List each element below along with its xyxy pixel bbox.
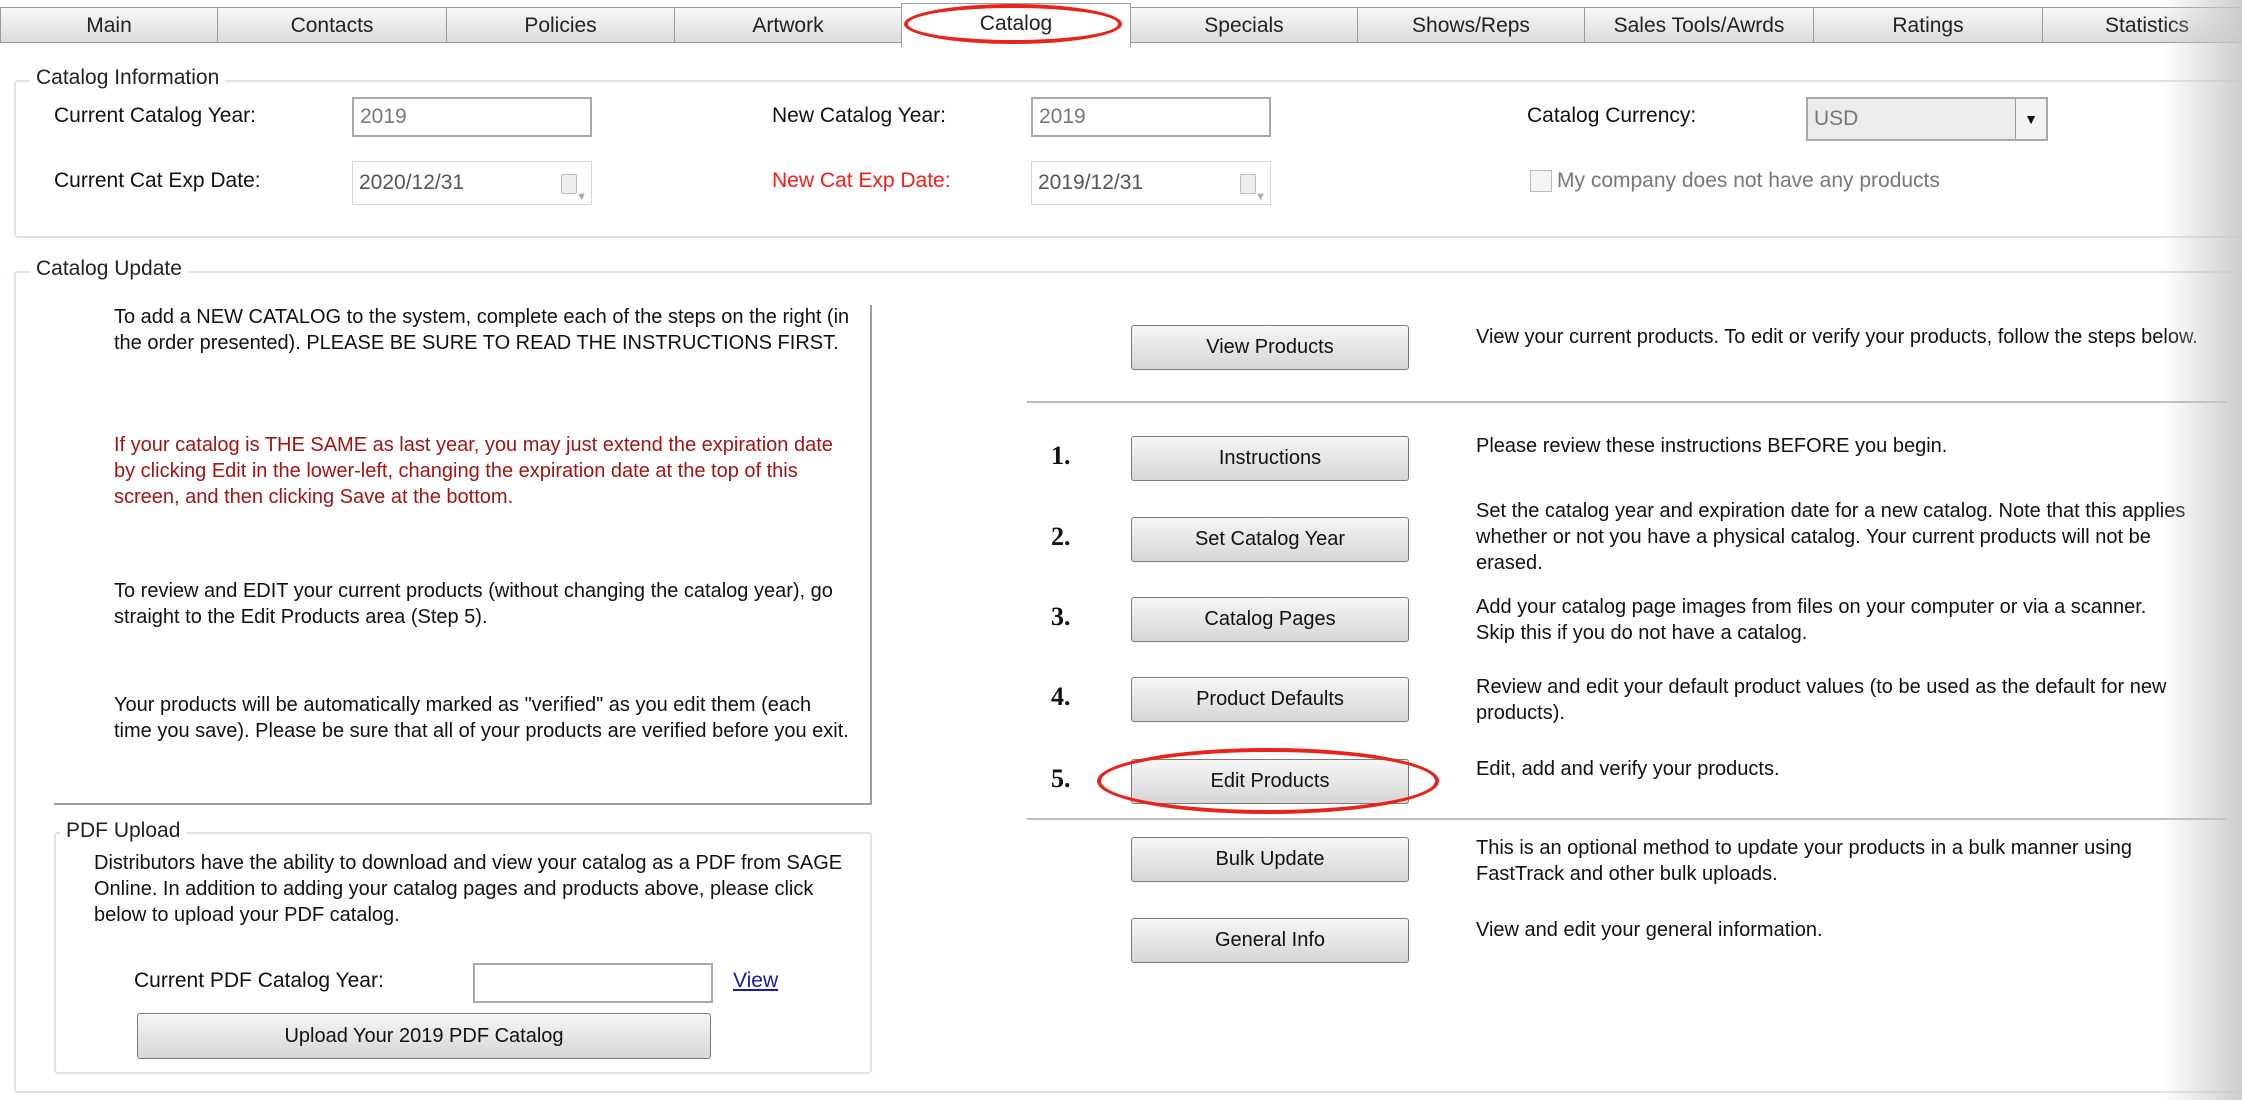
chevron-down-icon[interactable]: ▼ [2015,99,2046,139]
no-products-checkbox[interactable] [1530,170,1552,192]
view-products-description: View your current products. To edit or v… [1476,326,2198,348]
current-cat-exp-date-label: Current Cat Exp Date: [54,169,261,192]
general-info-description: View and edit your general information. [1476,919,1823,941]
step-1-description: Please review these instructions BEFORE … [1476,435,1948,457]
divider [1027,401,2227,403]
set-catalog-year-button[interactable]: Set Catalog Year [1131,517,1409,562]
new-catalog-year-field[interactable]: 2019 [1031,97,1271,137]
step-5-description: Edit, add and verify your products. [1476,758,1780,780]
window-edge-shadow [2162,0,2242,1100]
catalog-update-legend: Catalog Update [30,257,188,281]
view-products-button[interactable]: View Products [1131,325,1409,370]
pdf-upload-legend: PDF Upload [60,819,187,843]
tab-shows-reps[interactable]: Shows/Reps [1357,7,1585,43]
general-info-button[interactable]: General Info [1131,918,1409,963]
instructions-edit-products: To review and EDIT your current products… [114,580,833,628]
tab-main[interactable]: Main [0,7,218,43]
calendar-icon[interactable] [1240,174,1256,194]
tab-sales-tools[interactable]: Sales Tools/Awrds [1584,7,1814,43]
tab-ratings[interactable]: Ratings [1813,7,2043,43]
bulk-update-description: This is an optional method to update you… [1476,837,2132,885]
current-cat-exp-date-picker[interactable]: 2020/12/31 ▼ [352,161,592,205]
catalog-currency-select[interactable]: USD ▼ [1806,97,2048,141]
divider [1027,818,2227,820]
current-catalog-year-field[interactable]: 2019 [352,97,592,137]
catalog-information-legend: Catalog Information [30,66,226,90]
pdf-upload-description: Distributors have the ability to downloa… [94,852,843,926]
instructions-new-catalog: To add a NEW CATALOG to the system, comp… [114,306,850,354]
tab-bar: Main Contacts Policies Artwork Catalog S… [0,3,2242,47]
instructions-verified: Your products will be automatically mark… [114,694,849,742]
view-pdf-link[interactable]: View [733,969,778,993]
tab-policies[interactable]: Policies [446,7,675,43]
instructions-same-catalog: If your catalog is THE SAME as last year… [114,434,833,508]
current-catalog-year-label: Current Catalog Year: [54,104,256,127]
calendar-icon[interactable] [561,174,577,194]
step-1-number: 1. [1051,441,1071,470]
catalog-currency-value: USD [1814,107,1859,130]
catalog-currency-label: Catalog Currency: [1527,104,1697,127]
upload-pdf-catalog-button[interactable]: Upload Your 2019 PDF Catalog [137,1013,711,1059]
bulk-update-button[interactable]: Bulk Update [1131,837,1409,882]
tab-catalog[interactable]: Catalog [901,3,1131,47]
pdf-catalog-year-label: Current PDF Catalog Year: [134,969,384,992]
step-2-description: Set the catalog year and expiration date… [1476,500,2186,574]
current-cat-exp-date-value: 2020/12/31 [359,171,465,194]
step-3-number: 3. [1051,602,1071,631]
product-defaults-button[interactable]: Product Defaults [1131,677,1409,722]
tab-artwork[interactable]: Artwork [674,7,902,43]
edit-products-button[interactable]: Edit Products [1131,759,1409,804]
no-products-label: My company does not have any products [1557,169,1940,192]
new-cat-exp-date-label: New Cat Exp Date: [772,169,951,192]
catalog-pages-button[interactable]: Catalog Pages [1131,597,1409,642]
step-3-description: Add your catalog page images from files … [1476,596,2147,644]
instructions-button[interactable]: Instructions [1131,436,1409,481]
new-cat-exp-date-value: 2019/12/31 [1038,171,1144,194]
step-4-number: 4. [1051,682,1071,711]
tab-contacts[interactable]: Contacts [217,7,447,43]
step-5-number: 5. [1051,764,1071,793]
new-catalog-year-label: New Catalog Year: [772,104,946,127]
dropdown-arrow-icon[interactable]: ▼ [576,176,587,218]
step-4-description: Review and edit your default product val… [1476,676,2167,724]
step-2-number: 2. [1051,522,1071,551]
dropdown-arrow-icon[interactable]: ▼ [1255,176,1266,218]
new-cat-exp-date-picker[interactable]: 2019/12/31 ▼ [1031,161,1271,205]
tab-specials[interactable]: Specials [1130,7,1358,43]
pdf-catalog-year-field[interactable] [473,963,713,1003]
